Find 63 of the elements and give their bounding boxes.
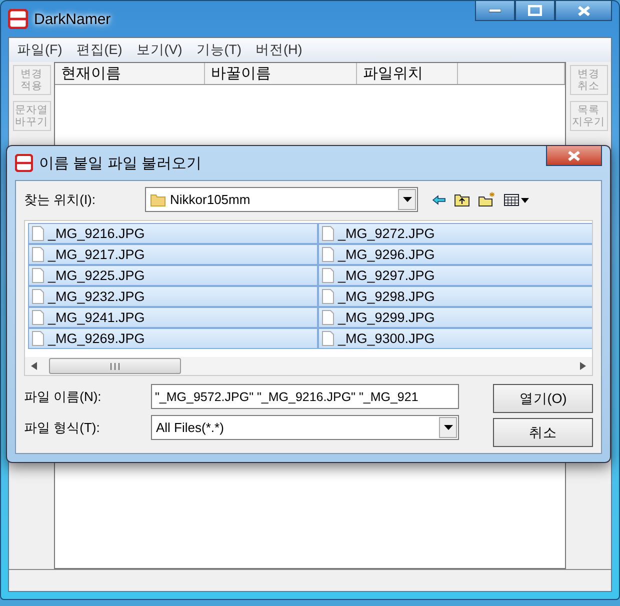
close-icon [567,150,581,162]
file-icon [322,226,334,241]
window-title: DarkNamer [34,10,111,28]
menu-item[interactable]: 기능(T) [196,41,242,59]
file-type-label: 파일 형식(T): [24,418,101,436]
file-item[interactable]: _MG_9217.JPG [28,244,318,265]
menu-item[interactable]: 보기(V) [136,41,182,59]
file-item[interactable]: _MG_9269.JPG [28,328,318,349]
scroll-right-icon[interactable] [580,362,586,370]
dropdown-arrow-icon [444,425,452,430]
file-icon [32,268,44,283]
file-item[interactable]: _MG_9241.JPG [28,307,318,328]
look-in-dropdown[interactable]: Nikkor105mm [145,187,418,212]
grip-icon [110,362,120,370]
file-icon [322,331,334,346]
dropdown-arrow-icon [402,197,412,202]
file-item[interactable]: _MG_9300.JPG [318,328,592,349]
minimize-button[interactable] [475,1,515,21]
column-header[interactable]: 파일위치 [357,63,458,84]
file-item[interactable]: _MG_9296.JPG [318,244,592,265]
file-item[interactable]: _MG_9272.JPG [318,223,592,244]
dialog-title: 이름 붙일 파일 불러오기 [39,154,202,172]
file-item[interactable]: _MG_9297.JPG [318,265,592,286]
file-name-field[interactable]: "_MG_9572.JPG" "_MG_9216.JPG" "_MG_921 [151,384,459,409]
minimize-icon [489,8,501,12]
app-icon [8,9,28,29]
file-icon [322,289,334,304]
file-item[interactable]: _MG_9225.JPG [28,265,318,286]
dialog-button[interactable]: 열기(O) [493,384,593,413]
close-button[interactable] [546,146,602,166]
dialog-button[interactable]: 취소 [493,418,593,447]
maximize-icon [528,5,542,16]
file-item[interactable]: _MG_9216.JPG [28,223,318,244]
close-icon [576,4,590,16]
menu-item[interactable]: 버전(H) [256,41,302,59]
file-icon [322,268,334,283]
file-icon [322,247,334,262]
file-item[interactable]: _MG_9298.JPG [318,286,592,307]
file-icon [322,310,334,325]
folder-icon [150,192,166,206]
file-icon [32,310,44,325]
column-header[interactable]: 바꿀이름 [205,63,357,84]
file-icon [32,331,44,346]
file-type-dropdown[interactable]: All Files(*.*) [151,415,459,440]
new-folder-icon[interactable] [478,192,496,207]
column-header[interactable]: 현재이름 [55,63,205,84]
close-button[interactable] [555,1,612,21]
menu-item[interactable]: 파일(F) [17,41,62,59]
file-name-label: 파일 이름(N): [24,388,102,406]
file-icon [32,289,44,304]
horizontal-scrollbar[interactable] [25,357,592,375]
view-menu-icon[interactable] [504,194,530,206]
app-icon [15,154,33,172]
maximize-button[interactable] [515,1,555,21]
scroll-left-icon[interactable] [31,362,37,370]
file-icon [32,247,44,262]
back-arrow-icon[interactable] [432,194,446,204]
file-item[interactable]: _MG_9299.JPG [318,307,592,328]
file-item[interactable]: _MG_9232.JPG [28,286,318,307]
menu-item[interactable]: 편집(E) [76,41,122,59]
file-icon [32,226,44,241]
look-in-label: 찾는 위치(I): [24,190,96,208]
up-folder-icon[interactable] [454,192,470,206]
